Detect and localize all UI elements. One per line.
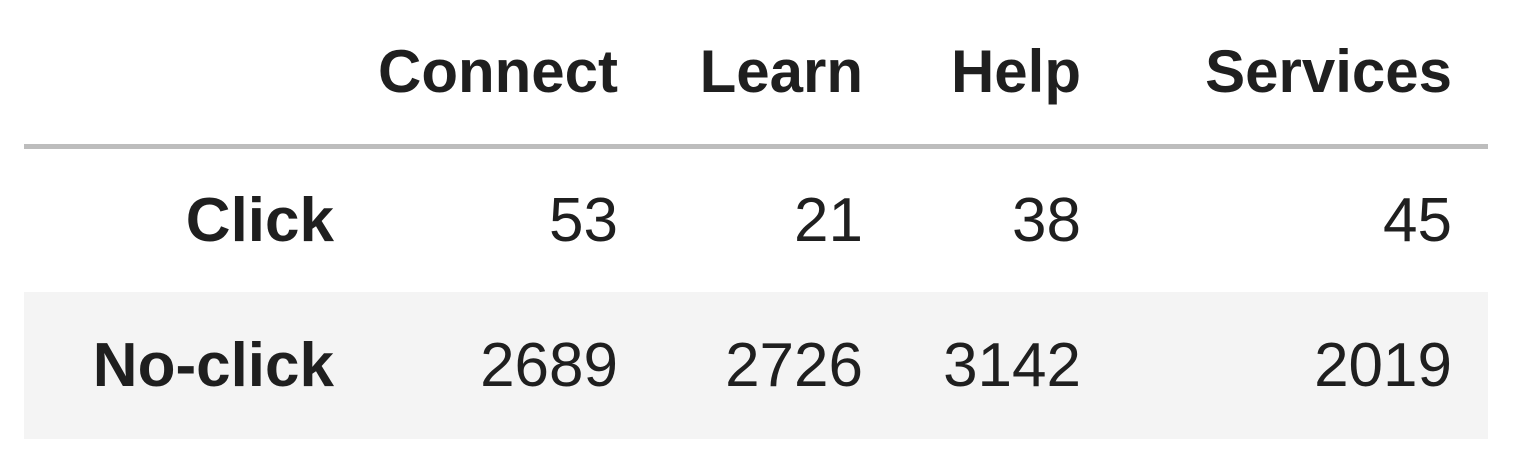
column-header-services: Services xyxy=(1117,0,1488,149)
header-row: Connect Learn Help Services xyxy=(24,0,1488,149)
cell-no-click-services: 2019 xyxy=(1117,292,1488,439)
cell-no-click-learn: 2726 xyxy=(654,292,899,439)
index-header-cell xyxy=(24,0,334,149)
row-label-no-click: No-click xyxy=(24,292,334,439)
cell-no-click-help: 3142 xyxy=(899,292,1117,439)
column-header-learn: Learn xyxy=(654,0,899,149)
cell-click-connect: 53 xyxy=(549,185,618,255)
table-row-no-click: No-click 2689 2726 3142 2019 xyxy=(24,292,1488,439)
row-label-click: Click xyxy=(185,185,334,255)
cell-click-learn: 21 xyxy=(794,185,863,255)
table-header: Connect Learn Help Services xyxy=(24,0,1488,149)
table-row-click: Click 53 21 38 45 xyxy=(24,146,1488,292)
column-header-connect: Connect xyxy=(334,0,654,149)
table-body: Click 53 21 38 45 No-click 2689 2726 314… xyxy=(24,146,1488,439)
cell-no-click-connect: 2689 xyxy=(334,292,654,439)
cell-click-services: 45 xyxy=(1383,185,1452,255)
data-table: Connect Learn Help Services Click 53 21 … xyxy=(24,0,1488,439)
cell-click-help: 38 xyxy=(1012,185,1081,255)
data-table-container: Connect Learn Help Services Click 53 21 … xyxy=(24,0,1488,439)
column-header-help: Help xyxy=(899,0,1117,149)
